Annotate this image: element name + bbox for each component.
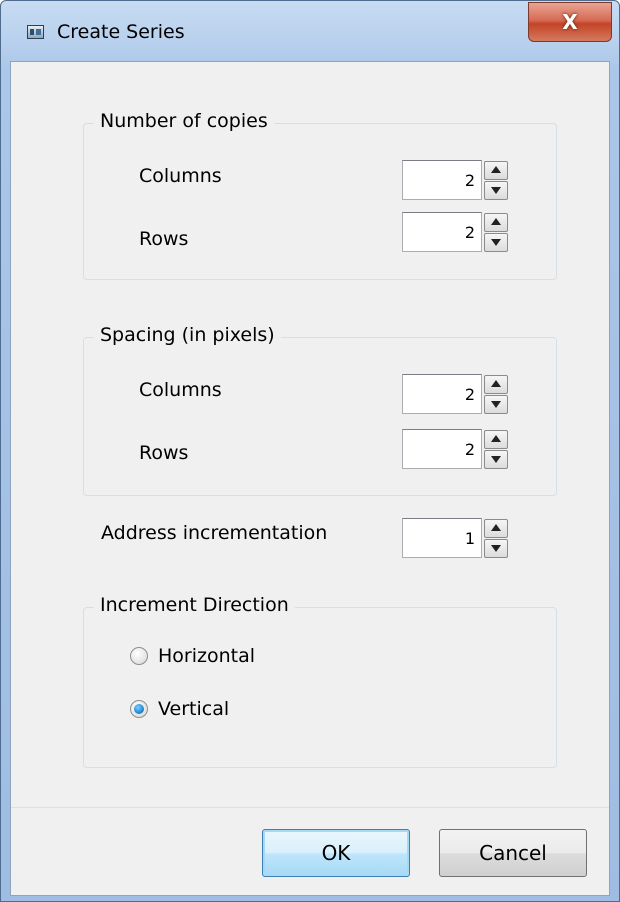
spacing-columns-input[interactable] — [402, 374, 482, 414]
app-window-icon — [27, 25, 44, 39]
window-title: Create Series — [57, 21, 185, 43]
radio-vertical-label: Vertical — [158, 698, 230, 720]
ok-button[interactable]: OK — [262, 829, 410, 877]
spacing-columns-increment-button[interactable] — [484, 375, 508, 394]
create-series-dialog: Create Series X Number of copies Columns… — [0, 0, 620, 902]
radio-vertical[interactable]: Vertical — [130, 694, 229, 724]
copies-columns-label: Columns — [139, 165, 222, 187]
spacing-columns-label: Columns — [139, 379, 222, 401]
copies-rows-increment-button[interactable] — [484, 213, 508, 232]
copies-columns-input[interactable] — [402, 160, 482, 200]
arrow-down-icon — [491, 545, 501, 552]
copies-columns-decrement-button[interactable] — [484, 181, 508, 200]
spacing-columns-decrement-button[interactable] — [484, 395, 508, 414]
arrow-down-icon — [491, 456, 501, 463]
arrow-down-icon — [491, 239, 501, 246]
dialog-body: Number of copies Columns Rows — [10, 61, 610, 896]
close-icon: X — [562, 10, 578, 34]
address-incrementation-increment-button[interactable] — [484, 519, 508, 538]
cancel-button[interactable]: Cancel — [439, 829, 587, 877]
increment-direction-legend: Increment Direction — [94, 594, 295, 616]
arrow-up-icon — [491, 524, 501, 531]
address-incrementation-input[interactable] — [402, 518, 482, 558]
copies-rows-decrement-button[interactable] — [484, 233, 508, 252]
spacing-group: Spacing (in pixels) Columns Rows — [83, 324, 557, 496]
spacing-rows-input[interactable] — [402, 429, 482, 469]
title-bar[interactable]: Create Series X — [1, 1, 619, 61]
radio-horizontal[interactable]: Horizontal — [130, 641, 255, 671]
copies-columns-increment-button[interactable] — [484, 161, 508, 180]
arrow-up-icon — [491, 380, 501, 387]
copies-columns-spinner — [402, 160, 510, 200]
address-incrementation-decrement-button[interactable] — [484, 539, 508, 558]
spacing-rows-decrement-button[interactable] — [484, 450, 508, 469]
arrow-down-icon — [491, 401, 501, 408]
spacing-rows-label: Rows — [139, 442, 189, 464]
arrow-down-icon — [491, 187, 501, 194]
number-of-copies-legend: Number of copies — [94, 110, 274, 132]
copies-rows-input[interactable] — [402, 212, 482, 252]
spacing-legend: Spacing (in pixels) — [94, 324, 281, 346]
spacing-rows-increment-button[interactable] — [484, 430, 508, 449]
spacing-rows-spinner — [402, 429, 510, 469]
close-button[interactable]: X — [528, 2, 612, 42]
number-of-copies-group: Number of copies Columns Rows — [83, 110, 557, 280]
radio-button-vertical[interactable] — [130, 700, 148, 718]
radio-horizontal-label: Horizontal — [158, 645, 256, 667]
footer-divider — [11, 807, 609, 808]
arrow-up-icon — [491, 166, 501, 173]
spacing-columns-spinner — [402, 374, 510, 414]
address-incrementation-spinner — [402, 518, 510, 558]
copies-rows-label: Rows — [139, 228, 189, 250]
increment-direction-group: Increment Direction Horizontal Vertical — [83, 594, 557, 768]
copies-rows-spinner — [402, 212, 510, 252]
arrow-up-icon — [491, 218, 501, 225]
address-incrementation-label: Address incrementation — [101, 522, 328, 544]
arrow-up-icon — [491, 435, 501, 442]
radio-button-horizontal[interactable] — [130, 647, 148, 665]
